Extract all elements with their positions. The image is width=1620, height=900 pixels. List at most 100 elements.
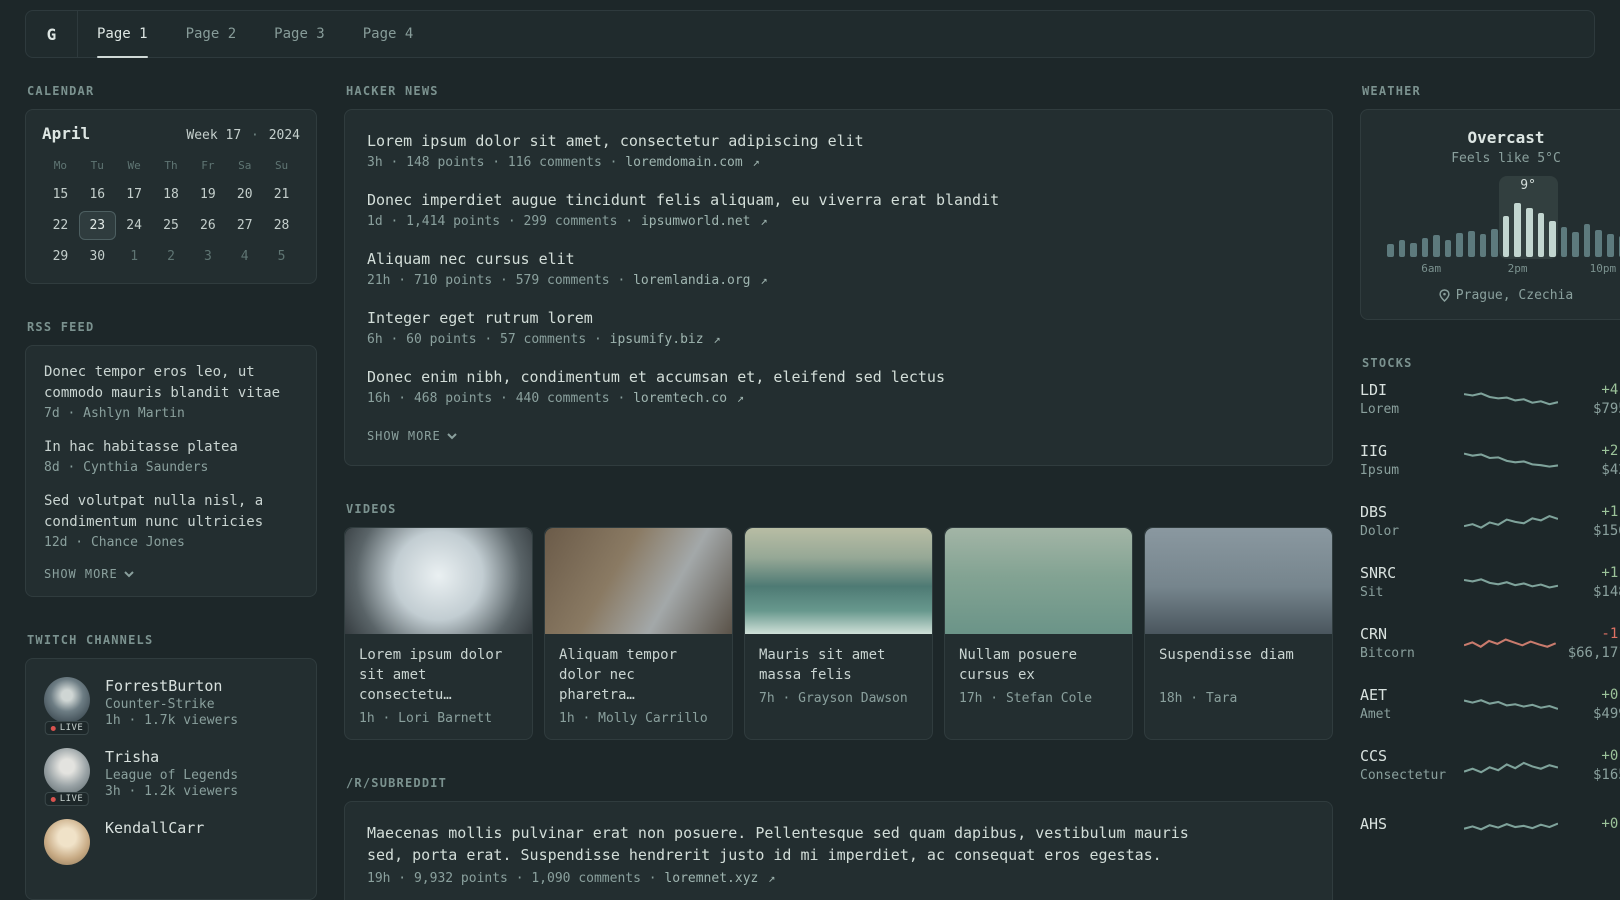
tab-page-3[interactable]: Page 3	[255, 11, 344, 57]
hn-item-title[interactable]: Donec enim nibh, condimentum et accumsan…	[367, 366, 1310, 388]
tab-page-4[interactable]: Page 4	[344, 11, 433, 57]
video-title[interactable]: Lorem ipsum dolor sit amet consectetu…	[359, 645, 518, 705]
stock-values: +0.92% $499.72	[1570, 687, 1620, 722]
calendar-day: 26	[200, 218, 216, 233]
calendar-day: 29	[52, 249, 69, 264]
video-thumbnail[interactable]	[545, 528, 732, 634]
video-title[interactable]: Suspendisse diam	[1159, 645, 1318, 685]
stock-price: $156.28	[1592, 522, 1620, 539]
stock-name: Sit	[1360, 585, 1384, 600]
hn-item-meta: 6h · 60 points · 57 comments · ipsumify.…	[367, 332, 1310, 347]
rss-item-meta: 8d · Cynthia Saunders	[44, 460, 209, 475]
live-dot-icon	[50, 796, 56, 802]
hn-domain-link[interactable]: ipsumify.biz	[610, 332, 704, 347]
weather-peak-temp: 9°	[1520, 178, 1536, 193]
stock-symbol: IIG	[1360, 442, 1388, 460]
rss-item-title[interactable]: Sed volutpat nulla nisl, a condimentum n…	[44, 491, 298, 533]
weather-card: Overcast Feels like 5°C 9° 6am 2pm 10pm	[1360, 109, 1620, 320]
dashboard-grid: CALENDAR April Week 17 · 2024 Mo Tu We T…	[0, 58, 1620, 900]
video-thumbnail[interactable]	[745, 528, 932, 634]
twitch-channel-row[interactable]: LIVE ForrestBurton Counter-Strike 1h · 1…	[44, 677, 298, 735]
rss-item[interactable]: Sed volutpat nulla nisl, a condimentum n…	[44, 491, 298, 550]
video-body: Mauris sit amet massa felis 7h · Grayson…	[745, 634, 932, 719]
stock-info: IIG Ipsum	[1360, 442, 1452, 478]
subreddit-card: Maecenas mollis pulvinar erat non posuer…	[344, 801, 1333, 900]
video-thumbnail[interactable]	[945, 528, 1132, 634]
tab-page-1[interactable]: Page 1	[78, 11, 167, 58]
rss-item[interactable]: In hac habitasse platea 8d · Cynthia Sau…	[44, 437, 298, 475]
video-body: Nullam posuere cursus ex 17h · Stefan Co…	[945, 634, 1132, 719]
tab-page-2[interactable]: Page 2	[167, 11, 256, 57]
stock-price: $795.18	[1592, 400, 1620, 417]
video-card[interactable]: Aliquam tempor dolor nec pharetra… 1h · …	[544, 527, 733, 740]
external-link-icon: ↗	[760, 273, 768, 287]
video-title[interactable]: Mauris sit amet massa felis	[759, 645, 918, 685]
stock-symbol: CRN	[1360, 625, 1388, 643]
hn-item-title[interactable]: Integer eget rutrum lorem	[367, 307, 1310, 329]
calendar-day: 22	[52, 218, 69, 233]
calendar-day-next-month: 4	[240, 249, 249, 264]
video-thumbnail[interactable]	[1145, 528, 1332, 634]
hn-domain-link[interactable]: loremlandia.org	[633, 273, 750, 288]
channel-name[interactable]: Trisha	[105, 748, 238, 766]
channel-avatar-image	[44, 819, 90, 865]
video-card[interactable]: Suspendisse diam 18h · Tara	[1144, 527, 1333, 740]
calendar-day-next-month: 3	[203, 249, 212, 264]
hn-item-title[interactable]: Donec imperdiet augue tincidunt felis al…	[367, 189, 1310, 211]
external-link-icon: ↗	[736, 391, 745, 405]
video-card[interactable]: Lorem ipsum dolor sit amet consectetu… 1…	[344, 527, 533, 740]
live-badge-label: LIVE	[59, 723, 84, 733]
stock-symbol: AHS	[1360, 814, 1388, 833]
stock-row[interactable]: IIG Ipsum +2.84% $42.04	[1360, 442, 1620, 478]
hn-show-more-button[interactable]: SHOW MORE	[367, 429, 457, 443]
video-card[interactable]: Nullam posuere cursus ex 17h · Stefan Co…	[944, 527, 1133, 740]
subreddit-post-title[interactable]: Maecenas mollis pulvinar erat non posuer…	[367, 822, 1227, 866]
stock-values: +0.51% $165.84	[1570, 748, 1620, 783]
stock-row[interactable]: CCS Consectetur +0.51% $165.84	[1360, 747, 1620, 783]
rss-widget: RSS FEED Donec tempor eros leo, ut commo…	[25, 320, 317, 597]
stock-row[interactable]: LDI Lorem +4.35% $795.18	[1360, 381, 1620, 417]
hn-item-title[interactable]: Lorem ipsum dolor sit amet, consectetur …	[367, 130, 1310, 152]
top-nav: G Page 1 Page 2 Page 3 Page 4	[25, 10, 1595, 58]
twitch-channel-row[interactable]: KendallCarr	[44, 819, 298, 865]
rss-item-title[interactable]: Donec tempor eros leo, ut commodo mauris…	[44, 362, 298, 404]
stock-row[interactable]: SNRC Sit +1.36% $148.64	[1360, 564, 1620, 600]
hn-item-title[interactable]: Aliquam nec cursus elit	[367, 248, 1310, 270]
stock-sparkline-chart	[1463, 565, 1559, 599]
video-thumbnail[interactable]	[345, 528, 532, 634]
twitch-channel-row[interactable]: LIVE Trisha League of Legends 3h · 1.2k …	[44, 748, 298, 806]
video-meta: 7h · Grayson Dawson	[759, 691, 908, 706]
stock-row[interactable]: AET Amet +0.92% $499.72	[1360, 686, 1620, 722]
videos-widget: VIDEOS Lorem ipsum dolor sit amet consec…	[344, 502, 1333, 740]
twitch-widget-title: TWITCH CHANNELS	[27, 633, 154, 647]
hn-domain-link[interactable]: loremdomain.com	[625, 155, 742, 170]
calendar-year: 2024	[268, 128, 300, 143]
external-link-icon: ↗	[752, 155, 760, 169]
channel-name[interactable]: KendallCarr	[105, 819, 204, 837]
stock-symbol: SNRC	[1360, 564, 1397, 582]
stock-change: +1.36%	[1601, 564, 1620, 581]
rss-show-more-button[interactable]: SHOW MORE	[44, 567, 134, 581]
hn-domain-link[interactable]: ipsumworld.net	[641, 214, 751, 229]
stock-change: +4.35%	[1601, 381, 1620, 398]
stock-symbol: DBS	[1360, 503, 1388, 521]
calendar-card: April Week 17 · 2024 Mo Tu We Th Fr Sa S…	[25, 109, 317, 284]
hacker-news-widget-title: HACKER NEWS	[346, 84, 439, 98]
stock-row[interactable]: DBS Dolor +1.42% $156.28	[1360, 503, 1620, 539]
hn-domain-link[interactable]: loremtech.co	[633, 391, 727, 406]
rss-item[interactable]: Donec tempor eros leo, ut commodo mauris…	[44, 362, 298, 421]
calendar-month: April	[42, 124, 91, 143]
calendar-day: 21	[273, 187, 290, 202]
video-card[interactable]: Mauris sit amet massa felis 7h · Grayson…	[744, 527, 933, 740]
calendar-header: April Week 17 · 2024	[42, 124, 300, 143]
weather-location: Prague, Czechia	[1377, 288, 1620, 303]
stock-row[interactable]: AHS +0.46%	[1360, 808, 1620, 842]
video-title[interactable]: Nullam posuere cursus ex	[959, 645, 1118, 685]
video-title[interactable]: Aliquam tempor dolor nec pharetra…	[559, 645, 718, 705]
subreddit-domain-link[interactable]: loremnet.xyz	[664, 871, 758, 886]
channel-name[interactable]: ForrestBurton	[105, 677, 238, 695]
stock-row[interactable]: CRN Bitcorn -1.00% $66,171.48	[1360, 625, 1620, 661]
channel-meta: 3h · 1.2k viewers	[105, 784, 239, 799]
stock-values: +1.42% $156.28	[1570, 504, 1620, 539]
rss-item-title[interactable]: In hac habitasse platea	[44, 437, 298, 458]
